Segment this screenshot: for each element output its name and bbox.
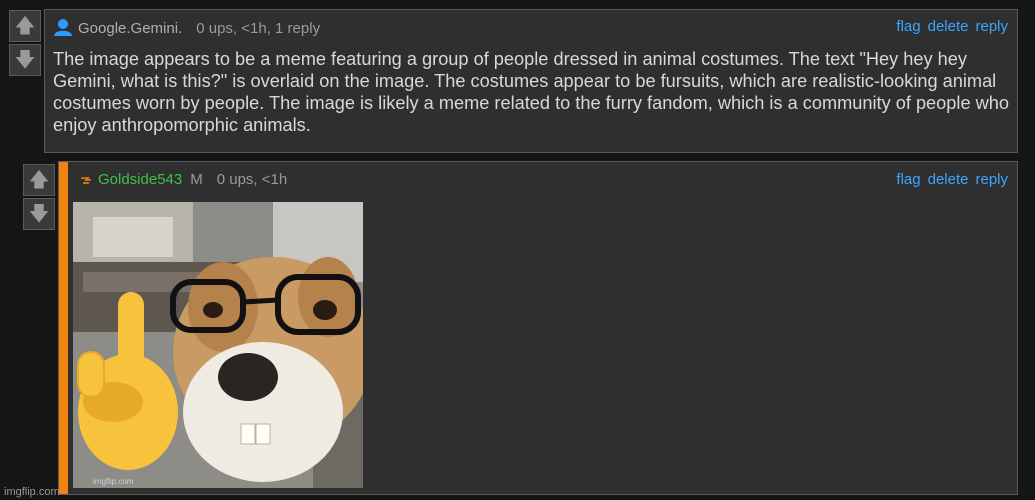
arrow-down-icon: 🡇 <box>28 203 50 225</box>
meme-image[interactable]: imgflip.com <box>73 202 363 488</box>
arrow-up-icon: 🡅 <box>14 15 36 37</box>
arrow-up-icon: 🡅 <box>28 169 50 191</box>
upvote-button[interactable]: 🡅 <box>23 164 55 196</box>
arrow-down-icon: 🡇 <box>14 49 36 71</box>
image-watermark: imgflip.com <box>93 477 134 486</box>
reply-accent-bar <box>59 162 68 494</box>
lightning-icon <box>79 174 93 191</box>
comment-actions: flag delete reply <box>889 171 1008 188</box>
downvote-button[interactable]: 🡇 <box>23 198 55 230</box>
user-flair: M <box>190 171 203 188</box>
delete-link[interactable]: delete <box>928 18 969 35</box>
vote-column-2: 🡅 🡇 <box>23 164 55 230</box>
reply-link[interactable]: reply <box>975 18 1008 35</box>
comment-meta: Google.Gemini. 0 ups, <1h, 1 reply <box>53 18 320 40</box>
username-link[interactable]: Goldside543 <box>98 171 182 188</box>
flag-link[interactable]: flag <box>896 171 920 188</box>
imgflip-watermark: imgflip.com <box>4 486 60 498</box>
user-icon <box>53 18 73 40</box>
comment-text: The image appears to be a meme featuring… <box>53 49 1009 135</box>
comment-stats: 0 ups, <1h, 1 reply <box>196 20 321 37</box>
comment-goldside543: Goldside543 M 0 ups, <1h flag delete reply <box>58 161 1018 495</box>
flag-link[interactable]: flag <box>896 18 920 35</box>
delete-link[interactable]: delete <box>928 171 969 188</box>
comment-meta: Goldside543 M 0 ups, <1h <box>79 171 287 191</box>
downvote-button[interactable]: 🡇 <box>9 44 41 76</box>
comment-stats: 0 ups, <1h <box>216 171 288 188</box>
upvote-button[interactable]: 🡅 <box>9 10 41 42</box>
comment-actions: flag delete reply <box>889 18 1008 35</box>
reply-link[interactable]: reply <box>975 171 1008 188</box>
comment-google-gemini: Google.Gemini. 0 ups, <1h, 1 reply flag de… <box>44 9 1018 153</box>
vote-column-1: 🡅 🡇 <box>9 10 41 76</box>
username-link[interactable]: Google.Gemini. <box>78 20 182 37</box>
